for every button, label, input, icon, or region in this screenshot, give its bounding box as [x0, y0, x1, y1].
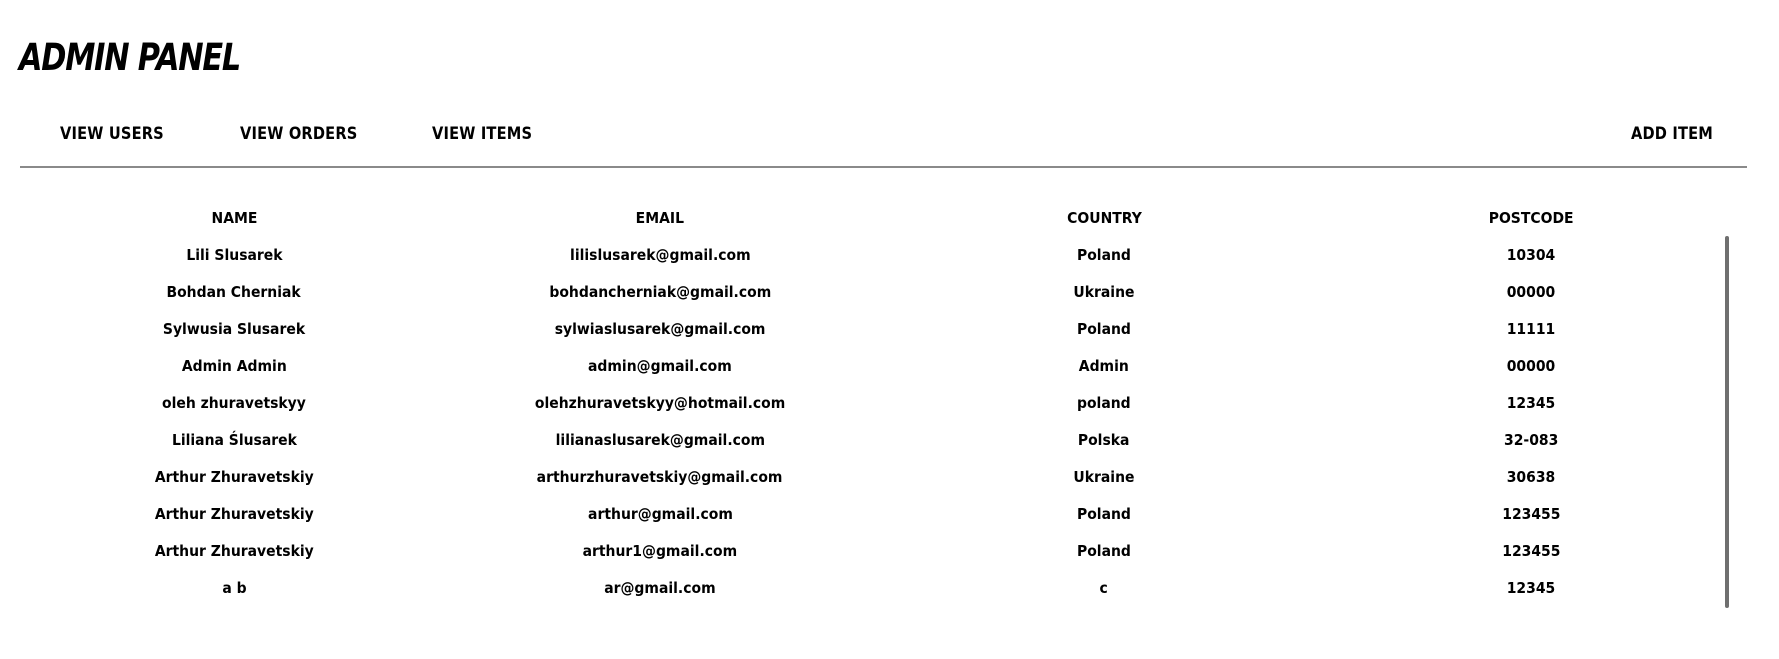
cell-country: Poland	[1077, 505, 1131, 523]
cell-postcode: 30638	[1506, 468, 1556, 486]
cell-postcode: 11111	[1506, 320, 1556, 338]
cell-email: arthurzhuravetskiy@gmail.com	[537, 468, 783, 486]
table-row: Admin Admin admin@gmail.com Admin 00000	[20, 353, 1727, 390]
nav-divider	[20, 166, 1747, 168]
admin-nav: VIEW USERS VIEW ORDERS VIEW ITEMS ADD IT…	[20, 124, 1747, 150]
view-orders-link[interactable]: VIEW ORDERS	[240, 124, 357, 144]
cell-country: Admin	[1078, 357, 1130, 375]
cell-email: lilianaslusarek@gmail.com	[555, 431, 765, 449]
cell-country: Poland	[1077, 542, 1131, 560]
cell-email: admin@gmail.com	[588, 357, 732, 375]
table-row: Lili Slusarek lilislusarek@gmail.com Pol…	[20, 242, 1727, 279]
column-header-name: NAME	[211, 209, 257, 227]
cell-email: olehzhuravetskyy@hotmail.com	[534, 394, 786, 412]
cell-postcode: 123455	[1501, 542, 1561, 560]
cell-email: sylwiaslusarek@gmail.com	[554, 320, 766, 338]
cell-country: Ukraine	[1073, 283, 1135, 301]
cell-name: Bohdan Cherniak	[166, 283, 302, 301]
users-table: NAME EMAIL COUNTRY POSTCODE Lili Slusare…	[20, 205, 1747, 615]
cell-postcode: 32-083	[1503, 431, 1559, 449]
cell-name: oleh zhuravetskyy	[162, 394, 306, 412]
column-header-email: EMAIL	[635, 209, 685, 227]
table-row: Arthur Zhuravetskiy arthur1@gmail.com Po…	[20, 538, 1727, 575]
table-row: Sylwusia Slusarek sylwiaslusarek@gmail.c…	[20, 316, 1727, 353]
cell-email: ar@gmail.com	[604, 579, 716, 597]
cell-name: Admin Admin	[181, 357, 287, 375]
cell-name: Liliana Ślusarek	[171, 431, 297, 449]
cell-name: Arthur Zhuravetskiy	[154, 468, 314, 486]
cell-email: lilislusarek@gmail.com	[569, 246, 751, 264]
column-header-postcode: POSTCODE	[1488, 209, 1574, 227]
cell-country: Ukraine	[1073, 468, 1135, 486]
cell-country: c	[1099, 579, 1109, 597]
cell-email: arthur@gmail.com	[587, 505, 733, 523]
table-scrollbar[interactable]	[1725, 236, 1729, 608]
cell-country: poland	[1077, 394, 1131, 412]
cell-name: Lili Slusarek	[185, 246, 283, 264]
cell-name: a b	[221, 579, 247, 597]
page-title: ADMIN PANEL	[19, 36, 241, 79]
cell-name: Arthur Zhuravetskiy	[154, 505, 314, 523]
table-row: a b ar@gmail.com c 12345	[20, 575, 1727, 612]
cell-name: Sylwusia Slusarek	[162, 320, 306, 338]
cell-postcode: 12345	[1506, 579, 1556, 597]
cell-country: Poland	[1077, 320, 1131, 338]
cell-postcode: 00000	[1506, 357, 1556, 375]
view-items-link[interactable]: VIEW ITEMS	[432, 124, 532, 144]
cell-postcode: 10304	[1506, 246, 1556, 264]
cell-email: bohdancherniak@gmail.com	[549, 283, 771, 301]
table-row: Liliana Ślusarek lilianaslusarek@gmail.c…	[20, 427, 1727, 464]
table-row: Bohdan Cherniak bohdancherniak@gmail.com…	[20, 279, 1727, 316]
cell-email: arthur1@gmail.com	[582, 542, 738, 560]
cell-postcode: 00000	[1506, 283, 1556, 301]
cell-country: Polska	[1078, 431, 1130, 449]
cell-postcode: 123455	[1501, 505, 1561, 523]
view-users-link[interactable]: VIEW USERS	[60, 124, 164, 144]
add-item-link[interactable]: ADD ITEM	[1631, 124, 1713, 144]
table-row: Arthur Zhuravetskiy arthurzhuravetskiy@g…	[20, 464, 1727, 501]
cell-name: Arthur Zhuravetskiy	[154, 542, 314, 560]
cell-country: Poland	[1077, 246, 1131, 264]
table-row: oleh zhuravetskyy olehzhuravetskyy@hotma…	[20, 390, 1727, 427]
column-header-country: COUNTRY	[1066, 209, 1142, 227]
table-row: Arthur Zhuravetskiy arthur@gmail.com Pol…	[20, 501, 1727, 538]
table-header-row: NAME EMAIL COUNTRY POSTCODE	[20, 205, 1727, 242]
cell-postcode: 12345	[1506, 394, 1556, 412]
